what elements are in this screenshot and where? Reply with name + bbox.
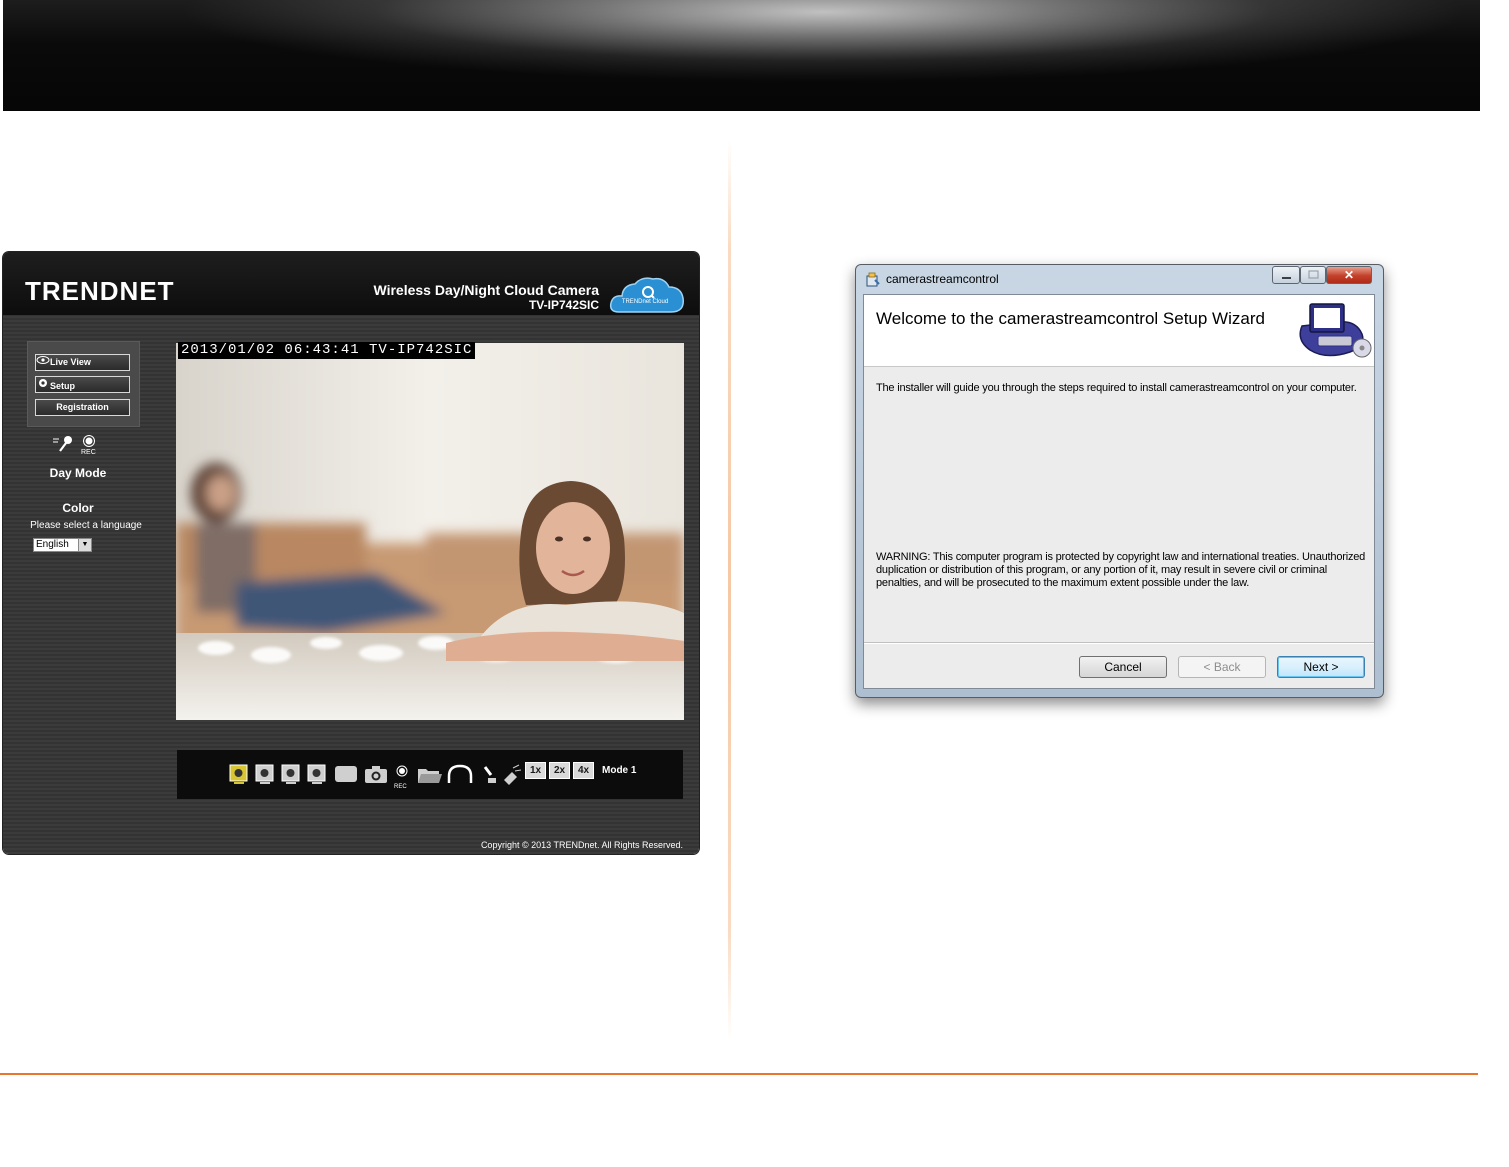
computer-setup-icon: [1299, 303, 1372, 358]
layout-3-icon[interactable]: [281, 764, 300, 784]
setup-button[interactable]: Setup: [35, 376, 130, 393]
setup-wizard-window: camerastreamcontrol ✕ Welcome to the cam…: [855, 264, 1384, 698]
nav-panel: Live View Setup Registration: [27, 341, 140, 427]
color-label: Color: [62, 501, 94, 515]
registration-button[interactable]: Registration: [35, 399, 130, 416]
registration-label: Registration: [56, 402, 109, 412]
zoom-1x-button[interactable]: 1x: [525, 762, 546, 779]
wizard-intro-text: The installer will guide you through the…: [876, 382, 1357, 394]
live-view-button[interactable]: Live View: [35, 354, 130, 371]
installer-app-icon: [866, 272, 880, 287]
chevron-down-icon: ▼: [78, 539, 91, 551]
product-model: TV-IP742SIC: [528, 298, 599, 312]
window-title: camerastreamcontrol: [886, 272, 999, 286]
minimize-icon: [1282, 277, 1291, 279]
gear-icon: [36, 377, 50, 394]
cloud-badge: TRENDnet Cloud: [621, 299, 669, 305]
mode-label[interactable]: Mode 1: [602, 765, 636, 776]
eye-icon: [36, 355, 50, 370]
camera-web-ui: TRENDNET Wireless Day/Night Cloud Camera…: [3, 252, 699, 854]
audio-mute-icon[interactable]: [504, 764, 521, 785]
wizard-heading: Welcome to the camerastreamcontrol Setup…: [876, 309, 1265, 328]
day-mode-label: Day Mode: [49, 466, 107, 480]
record-video-icon[interactable]: [396, 765, 408, 777]
zoom-4x-button[interactable]: 4x: [573, 762, 594, 779]
record-icon[interactable]: [83, 435, 95, 447]
language-select[interactable]: English ▼: [33, 538, 92, 552]
microphone-icon[interactable]: [53, 436, 72, 452]
next-button[interactable]: Next >: [1277, 656, 1365, 678]
wizard-content: Welcome to the camerastreamcontrol Setup…: [863, 294, 1375, 689]
camera-copyright: Copyright © 2013 TRENDnet. All Rights Re…: [480, 840, 683, 850]
wizard-warning-text: WARNING: This computer program is protec…: [876, 551, 1366, 589]
talk-mic-icon[interactable]: [483, 766, 496, 783]
fullscreen-icon[interactable]: [335, 766, 357, 782]
cancel-button[interactable]: Cancel: [1079, 656, 1167, 678]
setup-label: Setup: [50, 381, 76, 391]
maximize-icon: [1308, 270, 1319, 279]
footer-rule: [0, 1073, 1478, 1075]
minimize-button[interactable]: [1272, 266, 1300, 284]
product-title: Wireless Day/Night Cloud Camera: [373, 282, 600, 298]
trendnet-logo: TRENDNET: [25, 276, 175, 306]
video-timestamp-overlay: 2013/01/02 06:43:41 TV-IP742SIC: [178, 342, 476, 359]
folder-icon[interactable]: [418, 769, 442, 783]
layout-1-icon[interactable]: [229, 764, 248, 784]
toolbar-icons: [229, 764, 521, 785]
live-video-feed: [176, 343, 684, 720]
language-value: English: [36, 539, 69, 550]
wizard-separator: [864, 642, 1374, 644]
column-divider: [728, 140, 731, 1040]
zoom-2x-button[interactable]: 2x: [549, 762, 570, 779]
snapshot-camera-icon[interactable]: [365, 766, 387, 783]
layout-2-icon[interactable]: [255, 764, 274, 784]
layout-4-icon[interactable]: [307, 764, 326, 784]
close-button[interactable]: ✕: [1326, 266, 1372, 284]
cloud-logo-icon: [609, 277, 684, 313]
language-prompt: Please select a language: [30, 520, 142, 531]
headphones-icon[interactable]: [447, 764, 473, 783]
close-icon: ✕: [1343, 268, 1355, 282]
maximize-button[interactable]: [1300, 266, 1326, 284]
live-view-label: Live View: [50, 357, 91, 367]
rec-label: REC: [81, 449, 96, 456]
toolbar-rec-label: REC: [394, 784, 407, 790]
wizard-header: Welcome to the camerastreamcontrol Setup…: [864, 295, 1374, 367]
back-button[interactable]: < Back: [1178, 656, 1266, 678]
page-header-gloss: [3, 0, 1480, 111]
